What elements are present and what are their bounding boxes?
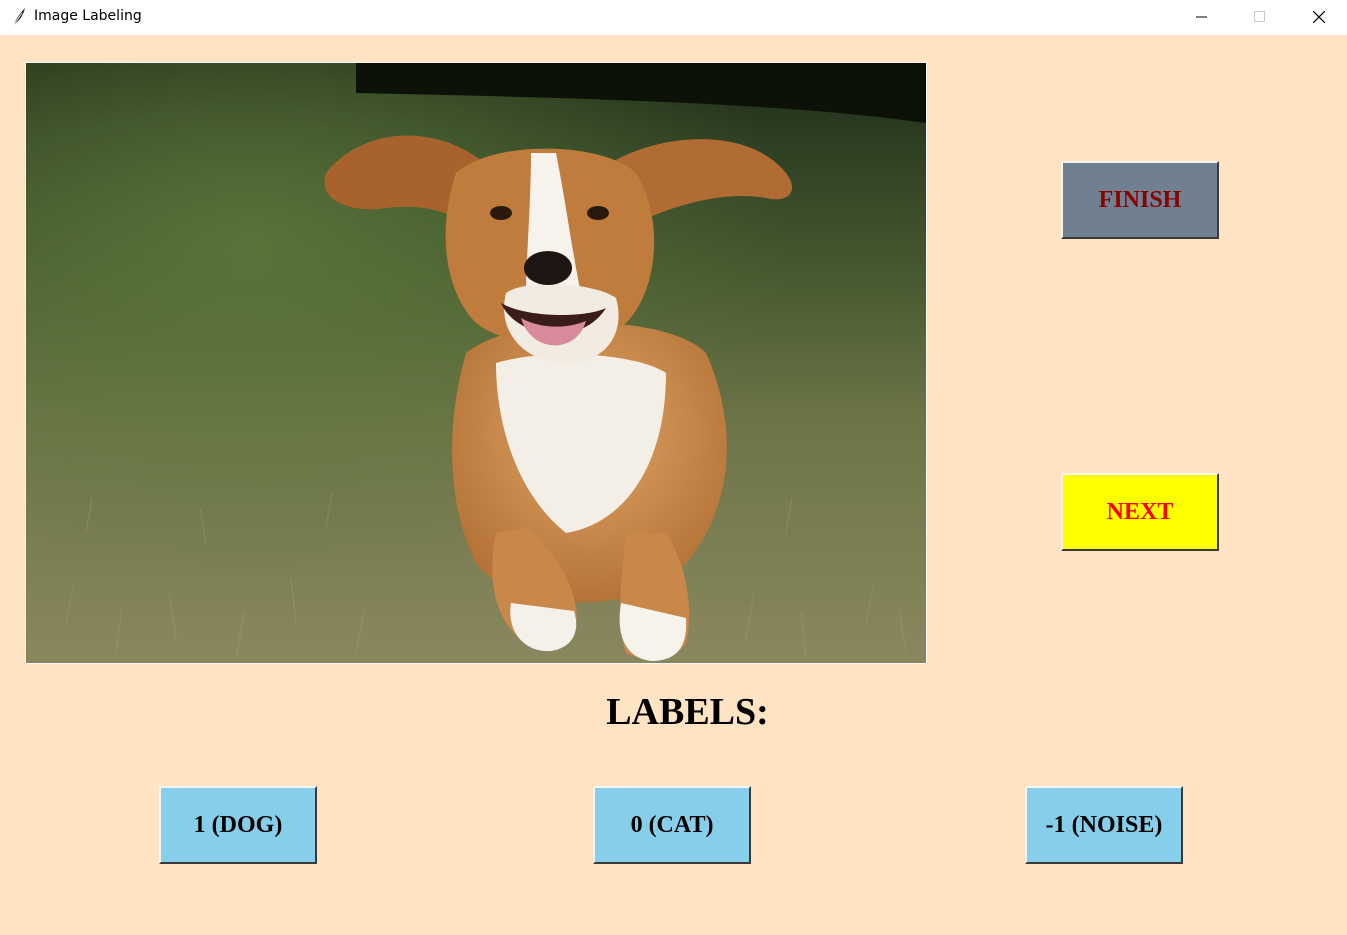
title-bar: Image Labeling	[0, 0, 1347, 35]
dog-photo	[25, 62, 927, 664]
app-window-content: FINISH NEXT LABELS: 1 (DOG) 0 (CAT) -1 (…	[0, 35, 1347, 935]
label-cat-button[interactable]: 0 (CAT)	[593, 786, 751, 864]
minimize-button[interactable]	[1179, 0, 1225, 33]
maximize-icon	[1254, 11, 1265, 22]
minimize-icon	[1196, 16, 1207, 18]
close-icon	[1313, 11, 1325, 23]
close-button[interactable]	[1296, 0, 1342, 33]
next-button[interactable]: NEXT	[1061, 473, 1219, 551]
window-title: Image Labeling	[34, 8, 142, 24]
labels-heading: LABELS:	[606, 691, 769, 733]
feather-icon	[10, 7, 28, 27]
maximize-button[interactable]	[1237, 0, 1283, 33]
label-noise-button[interactable]: -1 (NOISE)	[1025, 786, 1183, 864]
finish-button[interactable]: FINISH	[1061, 161, 1219, 239]
label-dog-button[interactable]: 1 (DOG)	[159, 786, 317, 864]
